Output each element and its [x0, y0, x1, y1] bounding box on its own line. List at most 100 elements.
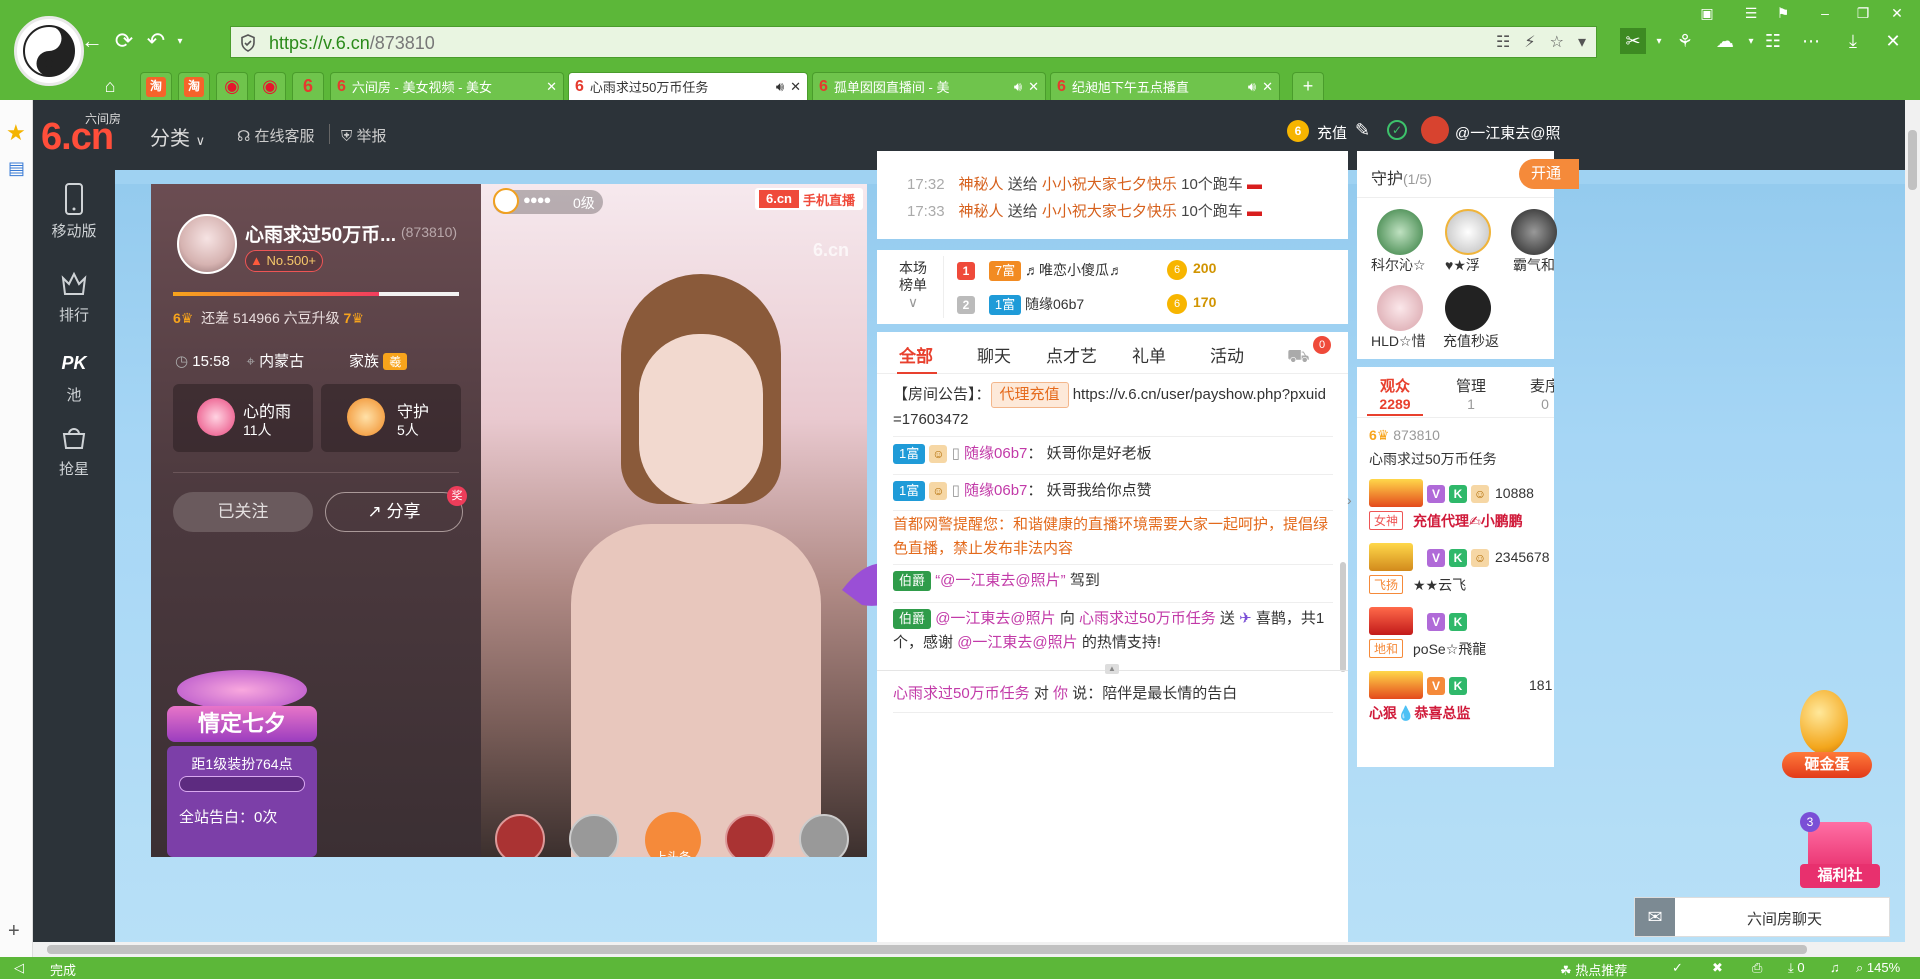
- open-guard-button[interactable]: 开通: [1519, 159, 1579, 189]
- report-link[interactable]: ⛨ 举报: [341, 125, 386, 146]
- ranking-row[interactable]: 2 1富 随缘06b7 6 170: [957, 294, 1337, 322]
- tab-1[interactable]: 6 六间房 - 美女视频 - 美女 ✕: [330, 72, 564, 100]
- calculator-icon[interactable]: ☷: [1760, 28, 1786, 54]
- safety-icon[interactable]: ✓: [1672, 960, 1683, 976]
- user-avatar[interactable]: [1421, 116, 1449, 144]
- download-icon[interactable]: ⤓: [1840, 28, 1866, 54]
- window-menu-icon[interactable]: ▣: [1694, 0, 1720, 26]
- welfare-shop-widget[interactable]: 福利社 3: [1800, 812, 1880, 892]
- home-icon[interactable]: ⌂: [96, 72, 124, 100]
- video-player[interactable]: ●●●● 0级 6.cn 手机直播 6.cn 上头条: [481, 184, 867, 857]
- trophy-icon-2[interactable]: [799, 814, 849, 857]
- close-window-icon[interactable]: ✕: [1880, 28, 1906, 54]
- tab-audience[interactable]: 观众 2289: [1367, 375, 1423, 416]
- back-icon[interactable]: ←: [78, 27, 106, 55]
- scissors-dropdown-icon[interactable]: ▾: [1646, 28, 1672, 54]
- pinned-tab-6cn[interactable]: 6: [292, 72, 324, 100]
- printer-icon[interactable]: ⎙: [1752, 960, 1762, 976]
- tab-close-icon[interactable]: ✕: [790, 79, 801, 95]
- chat-launcher[interactable]: ✉ 六间房聊天: [1634, 897, 1890, 937]
- browser-logo-icon[interactable]: [14, 16, 84, 86]
- translate-icon[interactable]: ⚘: [1672, 28, 1698, 54]
- new-tab-button[interactable]: +: [1292, 72, 1324, 100]
- hamburger-icon[interactable]: ☰: [1738, 0, 1764, 26]
- tab-close-icon[interactable]: ✕: [1028, 79, 1039, 95]
- refresh-icon[interactable]: ⟳: [110, 27, 138, 55]
- chat-username[interactable]: 随缘06b7: [964, 445, 1027, 462]
- pinned-tab-weibo[interactable]: ◉: [216, 72, 248, 100]
- ranking-row[interactable]: 1 7富 ♬唯恋小傻瓜♬ 6 200: [957, 260, 1337, 288]
- close-icon[interactable]: ✕: [1884, 0, 1910, 26]
- tab-talent[interactable]: 点才艺: [1046, 342, 1097, 367]
- more-icon[interactable]: ⋯: [1798, 28, 1824, 54]
- guard-avatar[interactable]: [1511, 209, 1557, 255]
- pinned-tab-taobao[interactable]: 淘: [140, 72, 172, 100]
- tab-activity[interactable]: 活动: [1210, 342, 1244, 367]
- username-link[interactable]: @一江東去@照: [1455, 122, 1560, 143]
- page-horizontal-scrollbar[interactable]: [33, 942, 1905, 957]
- guard-card[interactable]: 守护 5人: [321, 384, 461, 452]
- address-bar[interactable]: https://v.6.cn/873810 ☷ ⚡ ☆ ▾: [230, 26, 1597, 58]
- restore-icon[interactable]: ❐: [1850, 0, 1876, 26]
- favorites-star-icon[interactable]: ★: [6, 120, 26, 146]
- tab-close-icon[interactable]: ✕: [546, 79, 557, 95]
- qixi-promo[interactable]: 情定七夕 距1级装扮764点 全站告白：0次: [167, 660, 317, 857]
- anchor-avatar[interactable]: [177, 214, 237, 274]
- car-icon[interactable]: ⛟: [1287, 346, 1310, 370]
- tab-close-icon[interactable]: ✕: [1262, 79, 1273, 95]
- address-dropdown-icon[interactable]: ▾: [1578, 32, 1586, 52]
- star-icon[interactable]: ☆: [1550, 32, 1564, 52]
- tab-gift-list[interactable]: 礼单: [1132, 342, 1166, 367]
- audience-user-row[interactable]: V K ☺ 10888 女神 充值代理✍小鹏鹏: [1369, 479, 1554, 539]
- nav-ranking[interactable]: 排行: [33, 254, 115, 334]
- fans-club-card[interactable]: 心的雨 11人: [173, 384, 313, 452]
- trophy-icon[interactable]: [569, 814, 619, 857]
- family-row[interactable]: 家族 羲: [349, 350, 408, 371]
- lightning-icon[interactable]: ⚡: [1524, 32, 1535, 52]
- speaker-icon[interactable]: 🔊︎: [776, 79, 784, 95]
- audience-user-row[interactable]: V K 181 心狠💧恭喜总监: [1369, 671, 1554, 731]
- customer-service-link[interactable]: ☊ 在线客服: [237, 125, 315, 146]
- guard-avatar[interactable]: [1445, 285, 1491, 331]
- mute-icon[interactable]: ✖: [1712, 960, 1723, 976]
- hot-recommend-link[interactable]: ☘ 热点推荐: [1560, 960, 1627, 979]
- minimize-icon[interactable]: –: [1812, 0, 1838, 26]
- qr-icon[interactable]: ☷: [1496, 32, 1510, 52]
- pinned-tab-taobao-2[interactable]: 淘: [178, 72, 210, 100]
- scissors-icon[interactable]: ✂: [1620, 28, 1646, 54]
- sidebar-toggle-icon[interactable]: ◁: [14, 960, 24, 976]
- cloud-icon[interactable]: ☁: [1712, 28, 1738, 54]
- expand-arrow-icon[interactable]: ›: [1347, 492, 1359, 514]
- skin-icon[interactable]: ⚑: [1770, 0, 1796, 26]
- sound-icon[interactable]: ♫: [1830, 960, 1840, 975]
- edit-icon[interactable]: ✎: [1355, 120, 1370, 141]
- reader-icon[interactable]: ▤: [8, 158, 25, 179]
- tab-chat[interactable]: 聊天: [977, 342, 1011, 367]
- anchor-row[interactable]: 6♛ 873810: [1369, 427, 1440, 444]
- chat-username[interactable]: 随缘06b7: [964, 482, 1027, 499]
- nav-grab-star[interactable]: 抢星: [33, 408, 115, 488]
- share-button[interactable]: ↗ 分享: [325, 492, 463, 532]
- chat-scrollbar[interactable]: [1340, 562, 1346, 672]
- tab-all[interactable]: 全部: [899, 342, 933, 367]
- tab-2-active[interactable]: 6 心雨求过50万币任务 🔊︎ ✕: [568, 72, 808, 100]
- tab-4[interactable]: 6 纪昶旭下午五点播直 🔊︎ ✕: [1050, 72, 1280, 100]
- tab-3[interactable]: 6 孤单囡囡直播间 - 美 🔊︎ ✕: [812, 72, 1046, 100]
- page-vertical-scrollbar[interactable]: [1905, 100, 1920, 957]
- url-text[interactable]: https://v.6.cn/873810: [269, 33, 435, 54]
- download-status[interactable]: ⤓ 0: [1788, 960, 1805, 976]
- nav-pk[interactable]: PK 池: [33, 334, 115, 414]
- guard-avatar[interactable]: [1377, 209, 1423, 255]
- audience-user-row[interactable]: V K 地和 ƿoSe☆飛龍: [1369, 607, 1554, 667]
- follow-button[interactable]: 已关注: [173, 492, 313, 532]
- smash-egg-widget[interactable]: 砸金蛋: [1782, 690, 1872, 784]
- rank-badge[interactable]: ▲ No.500+: [245, 250, 324, 272]
- tab-mic-queue[interactable]: 麦序 0: [1517, 375, 1554, 412]
- audience-user-row[interactable]: V K ☺ 2345678 飞扬 ★★云飞: [1369, 543, 1554, 603]
- gift-icon-2[interactable]: [725, 814, 775, 857]
- sidebar-add-icon[interactable]: +: [8, 920, 20, 943]
- tab-admin[interactable]: 管理 1: [1443, 375, 1499, 412]
- collapse-icon[interactable]: ▲: [1105, 664, 1119, 674]
- check-icon[interactable]: ✓: [1387, 120, 1407, 140]
- gift-icon-1[interactable]: [495, 814, 545, 857]
